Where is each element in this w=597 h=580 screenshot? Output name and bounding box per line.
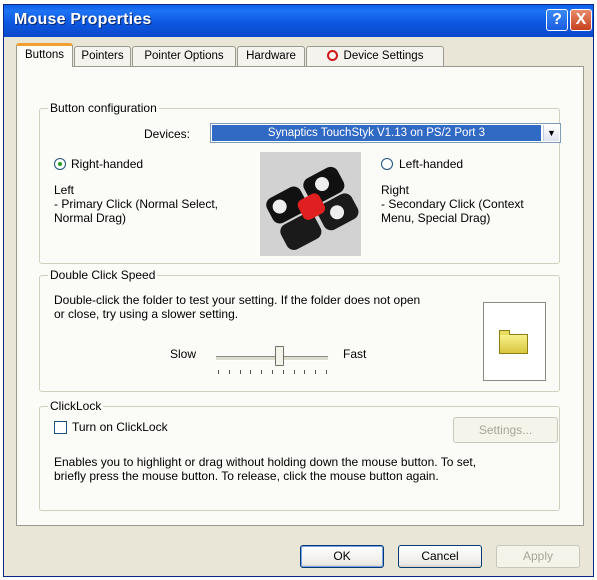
clicklock-checkbox[interactable] <box>54 421 67 434</box>
slider-tick <box>294 370 295 374</box>
tab-device-settings[interactable]: Device Settings <box>306 46 444 66</box>
device-settings-icon <box>326 50 338 61</box>
apply-button[interactable]: Apply <box>496 545 580 568</box>
slider-tick <box>250 370 251 374</box>
right-button-title: Right <box>381 183 410 197</box>
left-handed-radio[interactable] <box>381 158 393 170</box>
button-configuration-label: Button configuration <box>48 101 159 115</box>
tab-hardware-label: Hardware <box>246 50 296 62</box>
test-folder-area[interactable] <box>483 302 546 381</box>
clicklock-label: ClickLock <box>48 399 104 413</box>
slider-tick <box>304 370 305 374</box>
tab-pointer-options[interactable]: Pointer Options <box>132 46 236 66</box>
buttons-tab-panel: Button configuration Devices: Synaptics … <box>16 66 584 526</box>
ok-button[interactable]: OK <box>300 545 384 568</box>
slider-tick <box>272 370 273 374</box>
right-handed-label[interactable]: Right-handed <box>71 157 143 171</box>
clicklock-desc-line1: Enables you to highlight or drag without… <box>54 455 477 469</box>
devices-dropdown[interactable]: Synaptics TouchStyk V1.13 on PS/2 Port 3… <box>210 123 561 143</box>
devices-label: Devices: <box>144 127 191 141</box>
left-button-desc-line2: Normal Drag) <box>54 211 127 225</box>
right-button-desc-line1: - Secondary Click (Context <box>381 197 524 211</box>
devices-selected-value: Synaptics TouchStyk V1.13 on PS/2 Port 3 <box>212 125 541 141</box>
left-handed-label[interactable]: Left-handed <box>399 157 463 171</box>
folder-icon[interactable] <box>499 330 528 354</box>
tab-pointers-label: Pointers <box>81 50 124 62</box>
slider-tick <box>229 370 230 374</box>
slow-label: Slow <box>170 347 197 361</box>
slider-ticks <box>218 370 328 375</box>
slider-tick <box>218 370 219 374</box>
clicklock-checkbox-label[interactable]: Turn on ClickLock <box>72 420 168 434</box>
fast-label: Fast <box>343 347 367 361</box>
mouse-properties-dialog: Mouse Properties ? X Buttons Pointers Po… <box>3 4 594 577</box>
tab-device-settings-label: Device Settings <box>343 50 424 62</box>
slider-tick <box>283 370 284 374</box>
left-button-title: Left <box>54 183 75 197</box>
tab-pointers[interactable]: Pointers <box>74 46 131 66</box>
slider-tick <box>240 370 241 374</box>
tab-pointer-options-label: Pointer Options <box>144 50 224 62</box>
chevron-down-icon[interactable]: ▼ <box>543 125 559 141</box>
right-button-desc-line2: Menu, Special Drag) <box>381 211 491 225</box>
right-handed-radio[interactable] <box>54 158 66 170</box>
cancel-button[interactable]: Cancel <box>398 545 482 568</box>
slider-track[interactable] <box>216 356 328 361</box>
double-click-speed-slider[interactable] <box>216 346 330 376</box>
title-bar[interactable]: Mouse Properties ? X <box>4 5 593 37</box>
slider-tick <box>315 370 316 374</box>
window-title: Mouse Properties <box>14 11 152 28</box>
left-button-desc-line1: - Primary Click (Normal Select, <box>54 197 219 211</box>
tab-buttons-label: Buttons <box>25 49 64 61</box>
slider-tick <box>261 370 262 374</box>
mouse-buttons-image <box>260 152 361 256</box>
tab-hardware[interactable]: Hardware <box>237 46 305 66</box>
slider-thumb[interactable] <box>275 346 284 366</box>
double-click-speed-label: Double Click Speed <box>48 268 158 282</box>
clicklock-desc-line2: briefly press the mouse button. To relea… <box>54 469 439 483</box>
slider-tick <box>326 370 327 374</box>
help-button[interactable]: ? <box>546 9 568 31</box>
double-click-instructions-line2: or close, try using a slower setting. <box>54 307 239 321</box>
clicklock-settings-button[interactable]: Settings... <box>453 417 558 443</box>
close-button[interactable]: X <box>570 9 592 31</box>
double-click-instructions-line1: Double-click the folder to test your set… <box>54 293 421 307</box>
tab-buttons[interactable]: Buttons <box>16 43 73 67</box>
